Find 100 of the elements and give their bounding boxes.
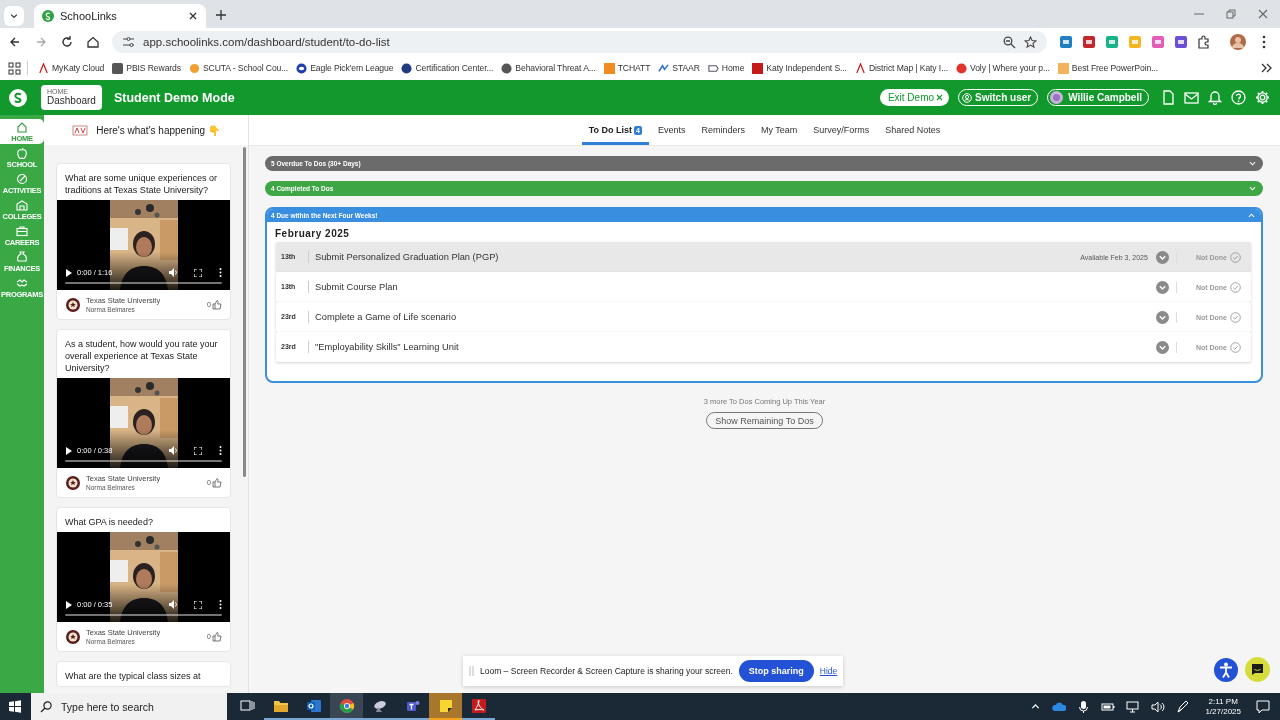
chevron-down-icon[interactable] xyxy=(1248,159,1257,168)
bookmark[interactable]: TCHATT xyxy=(599,62,655,74)
thumbs-up-icon[interactable] xyxy=(212,299,222,310)
expand-icon[interactable] xyxy=(1155,280,1169,294)
bookmark[interactable]: District Map | Katy I... xyxy=(850,62,952,74)
restore-icon[interactable] xyxy=(1226,9,1236,19)
bell-icon[interactable] xyxy=(1208,90,1222,105)
mail-icon[interactable] xyxy=(1184,90,1199,105)
tab-search-button[interactable] xyxy=(4,6,24,26)
help-icon[interactable] xyxy=(1231,90,1246,105)
notification-icon[interactable] xyxy=(1256,699,1270,714)
volume-icon[interactable] xyxy=(169,600,177,609)
bookmark[interactable]: Behavioral Threat A... xyxy=(497,62,600,74)
district-logo-icon xyxy=(72,123,89,137)
search-icon xyxy=(40,701,52,713)
settings-icon[interactable] xyxy=(1255,90,1270,105)
bookmark[interactable]: Katy Independent S... xyxy=(748,62,851,74)
chevron-down-icon[interactable] xyxy=(1248,184,1257,193)
document-icon[interactable] xyxy=(1162,90,1175,105)
tab[interactable]: My Team xyxy=(753,115,805,145)
bookmark[interactable]: Best Free PowerPoin... xyxy=(1053,62,1162,74)
task-view-icon[interactable] xyxy=(239,697,256,714)
microphone-icon[interactable] xyxy=(1077,699,1091,714)
tab[interactable]: Shared Notes xyxy=(878,115,948,145)
check-circle-icon[interactable] xyxy=(1230,281,1241,293)
month-heading: February 2025 xyxy=(274,227,351,241)
university-seal-icon xyxy=(66,475,80,490)
home-icon[interactable] xyxy=(86,35,100,49)
expand-icon[interactable] xyxy=(1155,310,1169,324)
bookmark[interactable]: MyKaty Cloud xyxy=(34,62,109,74)
extension-icon[interactable] xyxy=(1174,35,1188,49)
bookmark[interactable]: SCUTA - School Cou... xyxy=(185,62,293,74)
show-remaining-button[interactable]: Show Remaining To Dos xyxy=(706,412,823,429)
more-icon[interactable] xyxy=(219,600,222,609)
nav-icon xyxy=(16,120,28,133)
fullscreen-icon[interactable] xyxy=(194,268,202,277)
exit-demo-button[interactable]: Exit Demo xyxy=(879,89,950,106)
extension-icon[interactable] xyxy=(1151,35,1165,49)
nav-icon xyxy=(16,224,28,237)
pdf-icon[interactable] xyxy=(470,697,487,714)
cloud-icon[interactable] xyxy=(1052,699,1067,714)
hide-link[interactable]: Hide xyxy=(819,666,838,676)
check-circle-icon[interactable] xyxy=(1230,341,1241,353)
more-icon[interactable] xyxy=(219,268,222,277)
taskbar-search-field[interactable]: Type here to search xyxy=(31,693,227,720)
zoom-icon[interactable] xyxy=(1003,35,1016,49)
site-icon xyxy=(707,62,719,74)
close-icon xyxy=(936,94,944,101)
check-circle-icon[interactable] xyxy=(1230,311,1241,323)
extension-icon[interactable] xyxy=(1105,35,1119,49)
address-bar[interactable]: app.schoolinks.com/dashboard/student/to-do-list xyxy=(112,31,1047,53)
sticky-note-icon[interactable] xyxy=(437,697,454,714)
bookmark[interactable]: STAAR xyxy=(654,62,704,74)
stop-sharing-button[interactable]: Stop sharing xyxy=(738,660,814,682)
windows-logo-icon[interactable] xyxy=(9,700,21,713)
tab[interactable]: Survey/Forms xyxy=(806,115,877,145)
network-icon[interactable] xyxy=(1126,699,1141,714)
accessibility-icon[interactable] xyxy=(1214,658,1238,682)
profile-avatar-icon[interactable] xyxy=(1230,34,1246,50)
close-icon[interactable] xyxy=(188,11,198,21)
play-icon[interactable] xyxy=(65,446,72,455)
mail-app-icon[interactable] xyxy=(305,697,322,714)
more-bookmarks-icon[interactable] xyxy=(1261,63,1272,73)
bookmark[interactable]: PBIS Rewards xyxy=(108,62,185,74)
reload-icon[interactable] xyxy=(60,35,74,49)
extension-icon[interactable] xyxy=(1059,35,1073,49)
bookmark[interactable]: Eagle Pick'em League xyxy=(292,62,398,74)
extension-icon[interactable] xyxy=(1082,35,1096,49)
volume-icon[interactable] xyxy=(169,268,177,277)
play-icon[interactable] xyxy=(65,600,72,609)
fullscreen-icon[interactable] xyxy=(194,446,202,455)
expand-icon[interactable] xyxy=(1155,340,1169,354)
tab[interactable]: Events xyxy=(650,115,693,145)
volume-icon[interactable] xyxy=(169,446,177,455)
fullscreen-icon[interactable] xyxy=(194,600,202,609)
tab[interactable]: Reminders xyxy=(694,115,752,145)
pen-icon[interactable] xyxy=(1176,699,1191,714)
browser-tab[interactable]: SchooLinks xyxy=(34,4,206,28)
clock-date: 1/27/2025 xyxy=(1205,706,1241,717)
chat-icon[interactable] xyxy=(1245,657,1270,682)
bookmark[interactable]: Home xyxy=(703,62,749,74)
puzzle-icon[interactable] xyxy=(1197,35,1211,49)
thumbs-up-icon[interactable] xyxy=(212,477,222,488)
more-icon[interactable] xyxy=(219,446,222,455)
todo-title: Submit Course Plan xyxy=(314,282,399,292)
play-icon[interactable] xyxy=(65,268,72,277)
site-icon xyxy=(956,62,967,74)
browser-icon[interactable] xyxy=(338,697,355,714)
check-circle-icon[interactable] xyxy=(1230,251,1241,263)
speaker-icon[interactable] xyxy=(1151,699,1166,714)
bookmark[interactable]: Certification Center... xyxy=(397,62,498,74)
bookmark[interactable]: Voly | Where your p... xyxy=(952,62,1054,74)
thumbs-up-icon[interactable] xyxy=(212,631,222,642)
apps-icon[interactable] xyxy=(8,61,21,75)
star-icon[interactable] xyxy=(1024,35,1037,49)
new-tab-icon[interactable] xyxy=(216,10,226,20)
expand-icon[interactable] xyxy=(1155,250,1169,264)
back-icon[interactable] xyxy=(8,35,22,49)
more-icon[interactable] xyxy=(1261,35,1267,49)
todo-title: "Employability Skills" Learning Unit xyxy=(314,342,460,352)
